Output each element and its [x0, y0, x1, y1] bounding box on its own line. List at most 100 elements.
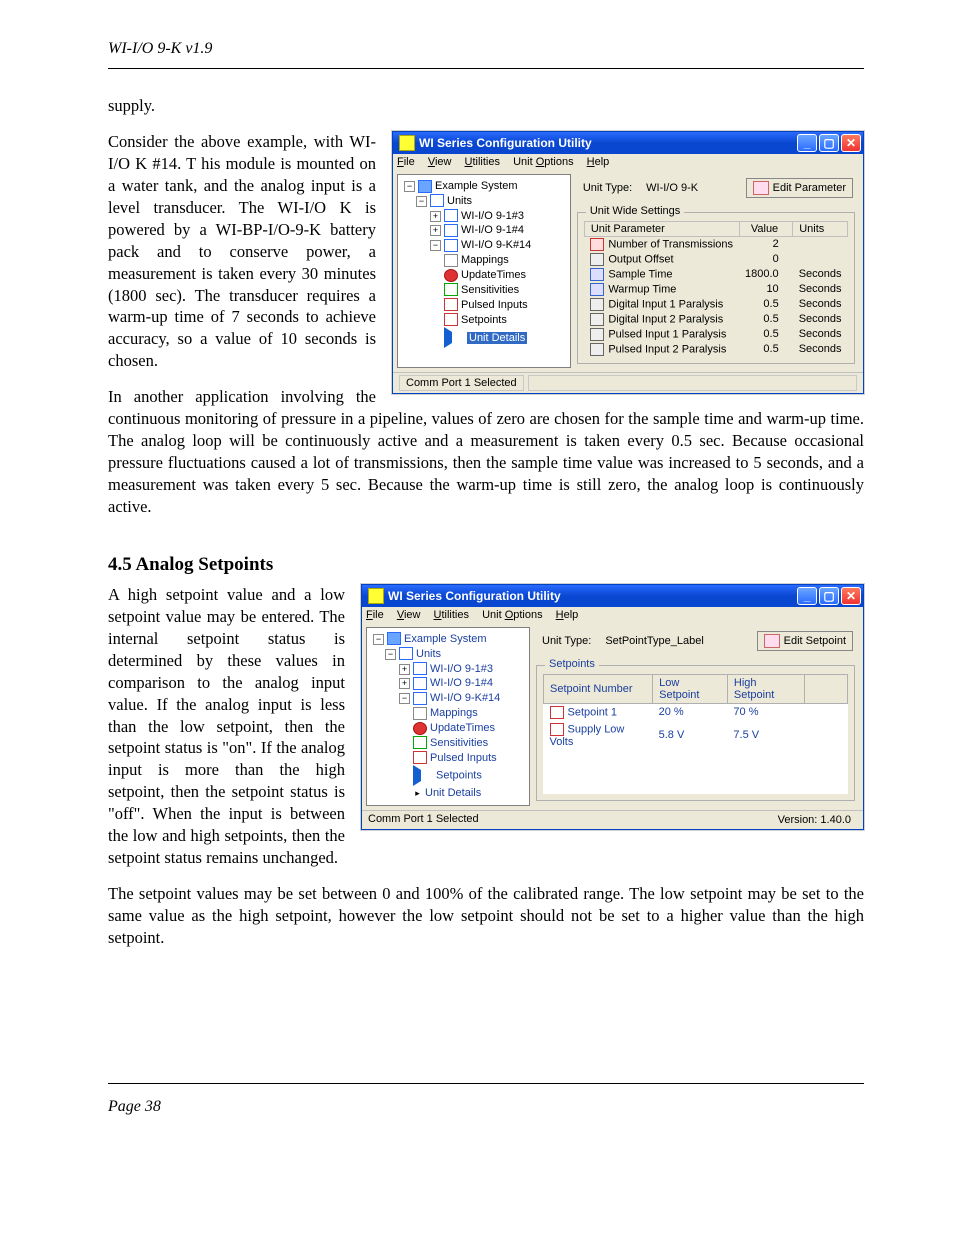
sensitivities-icon — [413, 736, 427, 749]
tree-units[interactable]: Units — [447, 195, 472, 207]
tree-node[interactable]: WI-I/O 9-1#3 — [430, 663, 493, 675]
tree-view[interactable]: −Example System −Units +WI-I/O 9-1#3 +WI… — [366, 627, 530, 806]
edit-icon — [764, 634, 780, 648]
tree-node[interactable]: WI-I/O 9-1#4 — [430, 677, 493, 689]
table-row[interactable]: Number of Transmissions2 — [584, 236, 847, 252]
param-icon — [590, 283, 604, 296]
tree-units[interactable]: Units — [416, 648, 441, 660]
col-setpoint-number[interactable]: Setpoint Number — [544, 674, 653, 703]
param-icon — [590, 253, 604, 266]
tree-node[interactable]: WI-I/O 9-1#4 — [461, 224, 524, 236]
setpoints-table: Setpoint Number Low Setpoint High Setpoi… — [543, 674, 848, 794]
window-title: WI Series Configuration Utility — [419, 136, 592, 150]
menu-unit-options[interactable]: Unit Options — [482, 609, 543, 621]
tree-setpoints[interactable]: Setpoints — [436, 770, 482, 782]
group-title: Unit Wide Settings — [586, 205, 684, 217]
param-icon — [590, 343, 604, 356]
menu-view[interactable]: View — [397, 609, 421, 621]
menu-file[interactable]: File — [366, 609, 384, 621]
edit-setpoint-label: Edit Setpoint — [784, 635, 846, 647]
mappings-icon — [413, 707, 427, 720]
table-row[interactable]: Sample Time1800.0Seconds — [584, 267, 847, 282]
setpoints-icon — [413, 765, 433, 786]
app-icon — [399, 135, 415, 151]
tree-sensitivities[interactable]: Sensitivities — [430, 737, 488, 749]
tree-pulsed-inputs[interactable]: Pulsed Inputs — [430, 752, 497, 764]
tree-unit-details[interactable]: Unit Details — [467, 332, 527, 344]
body-text: The setpoint values may be set between 0… — [108, 883, 864, 949]
tree-update-times[interactable]: UpdateTimes — [461, 269, 526, 281]
statusbar: Comm Port 1 Selected — [393, 372, 863, 393]
update-times-icon — [444, 269, 458, 282]
menu-help[interactable]: Help — [556, 609, 579, 621]
table-row[interactable]: Supply Low Volts5.8 V7.5 V — [544, 721, 848, 750]
titlebar[interactable]: WI Series Configuration Utility _ ▢ ✕ — [393, 132, 863, 154]
minimize-button[interactable]: _ — [797, 587, 817, 605]
col-high-setpoint[interactable]: High Setpoint — [727, 674, 804, 703]
param-icon — [590, 313, 604, 326]
menu-file[interactable]: File — [397, 156, 415, 168]
tree-view[interactable]: −Example System −Units +WI-I/O 9-1#3 +WI… — [397, 174, 571, 368]
tree-update-times[interactable]: UpdateTimes — [430, 722, 495, 734]
unit-type-label: Unit Type: — [583, 182, 632, 194]
right-pane: Unit Type: WI-I/O 9-K Edit Parameter Uni… — [577, 174, 859, 368]
tree-unit-details[interactable]: Unit Details — [425, 787, 481, 799]
param-icon — [590, 268, 604, 281]
status-comm-port: Comm Port 1 Selected — [368, 813, 479, 827]
table-row[interactable]: Pulsed Input 2 Paralysis0.5Seconds — [584, 342, 847, 357]
tree-root[interactable]: Example System — [404, 633, 487, 645]
edit-parameter-button[interactable]: Edit Parameter — [746, 178, 853, 198]
config-utility-window-2: WI Series Configuration Utility _ ▢ ✕ Fi… — [361, 584, 864, 830]
unit-type-value: SetPointType_Label — [605, 635, 703, 647]
maximize-button[interactable]: ▢ — [819, 134, 839, 152]
minimize-button[interactable]: _ — [797, 134, 817, 152]
param-icon — [590, 328, 604, 341]
menu-help[interactable]: Help — [587, 156, 610, 168]
edit-parameter-label: Edit Parameter — [773, 182, 846, 194]
menubar: File View Utilities Unit Options Help — [393, 154, 863, 170]
close-button[interactable]: ✕ — [841, 134, 861, 152]
tree-node[interactable]: WI-I/O 9-K#14 — [430, 692, 500, 704]
col-parameter[interactable]: Unit Parameter — [584, 221, 739, 236]
table-row[interactable]: Digital Input 2 Paralysis0.5Seconds — [584, 312, 847, 327]
update-times-icon — [413, 722, 427, 735]
page-footer: Page 38 — [108, 1083, 864, 1116]
menu-view[interactable]: View — [428, 156, 452, 168]
edit-icon — [753, 181, 769, 195]
col-units[interactable]: Units — [793, 221, 848, 236]
pulsed-inputs-icon — [444, 298, 458, 311]
tree-node[interactable]: WI-I/O 9-K#14 — [461, 239, 531, 251]
tree-setpoints[interactable]: Setpoints — [461, 314, 507, 326]
config-utility-window-1: WI Series Configuration Utility _ ▢ ✕ Fi… — [392, 131, 864, 394]
tree-node[interactable]: WI-I/O 9-1#3 — [461, 210, 524, 222]
table-row[interactable]: Warmup Time10Seconds — [584, 282, 847, 297]
titlebar[interactable]: WI Series Configuration Utility _ ▢ ✕ — [362, 585, 863, 607]
close-button[interactable]: ✕ — [841, 587, 861, 605]
param-icon — [590, 298, 604, 311]
tree-root[interactable]: Example System — [435, 180, 518, 192]
body-text: supply. — [108, 95, 864, 117]
tree-mappings[interactable]: Mappings — [461, 254, 509, 266]
table-row[interactable]: Setpoint 120 %70 % — [544, 703, 848, 721]
running-header: WI-I/O 9-K v1.9 — [108, 40, 864, 69]
table-row[interactable]: Output Offset0 — [584, 252, 847, 267]
table-row[interactable]: Pulsed Input 1 Paralysis0.5Seconds — [584, 327, 847, 342]
edit-setpoint-button[interactable]: Edit Setpoint — [757, 631, 853, 651]
menu-utilities[interactable]: Utilities — [434, 609, 469, 621]
menu-unit-options[interactable]: Unit Options — [513, 156, 574, 168]
param-icon — [590, 238, 604, 251]
unit-wide-settings-group: Unit Wide Settings Unit Parameter Value … — [577, 212, 855, 364]
tree-mappings[interactable]: Mappings — [430, 707, 478, 719]
sensitivities-icon — [444, 283, 458, 296]
tree-sensitivities[interactable]: Sensitivities — [461, 284, 519, 296]
col-low-setpoint[interactable]: Low Setpoint — [653, 674, 728, 703]
table-row[interactable]: Digital Input 1 Paralysis0.5Seconds — [584, 297, 847, 312]
menubar: File View Utilities Unit Options Help — [362, 607, 863, 623]
pulsed-inputs-icon — [413, 751, 427, 764]
col-value[interactable]: Value — [739, 221, 793, 236]
mappings-icon — [444, 254, 458, 267]
tree-pulsed-inputs[interactable]: Pulsed Inputs — [461, 299, 528, 311]
menu-utilities[interactable]: Utilities — [465, 156, 500, 168]
maximize-button[interactable]: ▢ — [819, 587, 839, 605]
section-heading: 4.5 Analog Setpoints — [108, 554, 864, 576]
